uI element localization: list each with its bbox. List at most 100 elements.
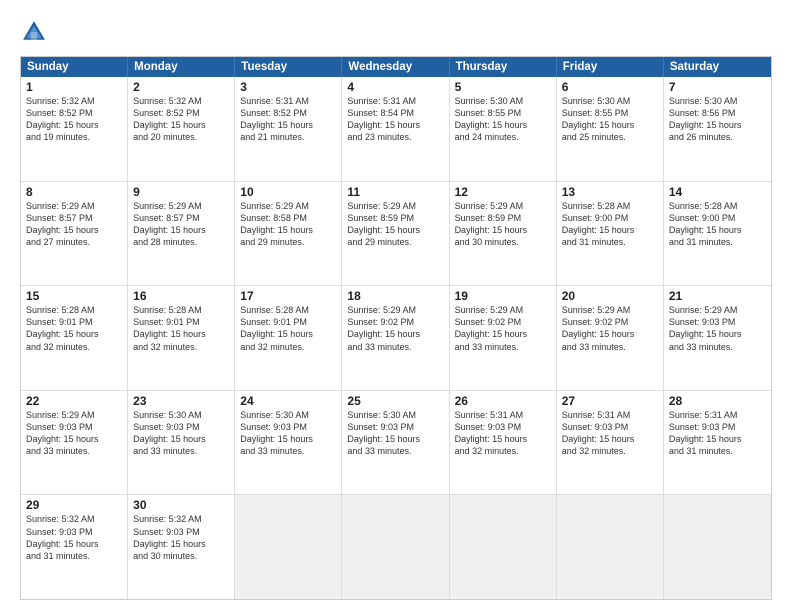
day-number: 2 [133, 80, 229, 94]
day-cell: 5Sunrise: 5:30 AMSunset: 8:55 PMDaylight… [450, 77, 557, 181]
day-details: Sunrise: 5:29 AMSunset: 8:58 PMDaylight:… [240, 200, 336, 249]
day-details: Sunrise: 5:29 AMSunset: 9:03 PMDaylight:… [669, 304, 766, 353]
day-details: Sunrise: 5:30 AMSunset: 8:55 PMDaylight:… [562, 95, 658, 144]
day-details: Sunrise: 5:28 AMSunset: 9:01 PMDaylight:… [133, 304, 229, 353]
day-number: 20 [562, 289, 658, 303]
day-cell: 19Sunrise: 5:29 AMSunset: 9:02 PMDayligh… [450, 286, 557, 390]
day-cell: 23Sunrise: 5:30 AMSunset: 9:03 PMDayligh… [128, 391, 235, 495]
day-cell: 30Sunrise: 5:32 AMSunset: 9:03 PMDayligh… [128, 495, 235, 599]
day-number: 4 [347, 80, 443, 94]
day-details: Sunrise: 5:30 AMSunset: 8:55 PMDaylight:… [455, 95, 551, 144]
day-number: 7 [669, 80, 766, 94]
day-cell: 3Sunrise: 5:31 AMSunset: 8:52 PMDaylight… [235, 77, 342, 181]
day-number: 1 [26, 80, 122, 94]
day-number: 6 [562, 80, 658, 94]
day-number: 18 [347, 289, 443, 303]
logo [20, 18, 52, 46]
weekday-header: Friday [557, 57, 664, 77]
day-cell: 2Sunrise: 5:32 AMSunset: 8:52 PMDaylight… [128, 77, 235, 181]
day-details: Sunrise: 5:31 AMSunset: 8:54 PMDaylight:… [347, 95, 443, 144]
day-cell: 22Sunrise: 5:29 AMSunset: 9:03 PMDayligh… [21, 391, 128, 495]
day-number: 17 [240, 289, 336, 303]
day-cell: 20Sunrise: 5:29 AMSunset: 9:02 PMDayligh… [557, 286, 664, 390]
day-cell: 17Sunrise: 5:28 AMSunset: 9:01 PMDayligh… [235, 286, 342, 390]
header [20, 18, 772, 46]
day-number: 8 [26, 185, 122, 199]
day-cell: 16Sunrise: 5:28 AMSunset: 9:01 PMDayligh… [128, 286, 235, 390]
empty-cell [450, 495, 557, 599]
day-number: 26 [455, 394, 551, 408]
day-details: Sunrise: 5:31 AMSunset: 8:52 PMDaylight:… [240, 95, 336, 144]
day-number: 12 [455, 185, 551, 199]
day-cell: 28Sunrise: 5:31 AMSunset: 9:03 PMDayligh… [664, 391, 771, 495]
day-cell: 25Sunrise: 5:30 AMSunset: 9:03 PMDayligh… [342, 391, 449, 495]
day-details: Sunrise: 5:29 AMSunset: 8:57 PMDaylight:… [26, 200, 122, 249]
day-cell: 14Sunrise: 5:28 AMSunset: 9:00 PMDayligh… [664, 182, 771, 286]
day-details: Sunrise: 5:28 AMSunset: 9:01 PMDaylight:… [26, 304, 122, 353]
day-number: 14 [669, 185, 766, 199]
day-number: 25 [347, 394, 443, 408]
day-details: Sunrise: 5:29 AMSunset: 9:02 PMDaylight:… [455, 304, 551, 353]
day-number: 5 [455, 80, 551, 94]
day-cell: 8Sunrise: 5:29 AMSunset: 8:57 PMDaylight… [21, 182, 128, 286]
calendar-row: 22Sunrise: 5:29 AMSunset: 9:03 PMDayligh… [21, 390, 771, 495]
calendar-body: 1 Sunrise: 5:32 AMSunset: 8:52 PMDaylight… [21, 77, 771, 599]
day-cell: 24Sunrise: 5:30 AMSunset: 9:03 PMDayligh… [235, 391, 342, 495]
day-cell: 15Sunrise: 5:28 AMSunset: 9:01 PMDayligh… [21, 286, 128, 390]
day-details: Sunrise: 5:31 AMSunset: 9:03 PMDaylight:… [669, 409, 766, 458]
day-details: Sunrise: 5:29 AMSunset: 8:57 PMDaylight:… [133, 200, 229, 249]
calendar-row: 15Sunrise: 5:28 AMSunset: 9:01 PMDayligh… [21, 285, 771, 390]
empty-cell [342, 495, 449, 599]
day-cell: 1Sunrise: 5:32 AMSunset: 8:52 PMDaylight… [21, 77, 128, 181]
day-cell: 9Sunrise: 5:29 AMSunset: 8:57 PMDaylight… [128, 182, 235, 286]
day-number: 16 [133, 289, 229, 303]
day-details: Sunrise: 5:31 AMSunset: 9:03 PMDaylight:… [562, 409, 658, 458]
day-number: 19 [455, 289, 551, 303]
day-cell: 18Sunrise: 5:29 AMSunset: 9:02 PMDayligh… [342, 286, 449, 390]
day-details: Sunrise: 5:28 AMSunset: 9:01 PMDaylight:… [240, 304, 336, 353]
day-cell: 12Sunrise: 5:29 AMSunset: 8:59 PMDayligh… [450, 182, 557, 286]
day-number: 10 [240, 185, 336, 199]
day-details: Sunrise: 5:32 AMSunset: 9:03 PMDaylight:… [26, 513, 122, 562]
empty-cell [664, 495, 771, 599]
day-number: 23 [133, 394, 229, 408]
day-number: 15 [26, 289, 122, 303]
day-number: 3 [240, 80, 336, 94]
day-details: Sunrise: 5:32 AMSunset: 8:52 PMDaylight:… [133, 95, 229, 144]
day-cell: 27Sunrise: 5:31 AMSunset: 9:03 PMDayligh… [557, 391, 664, 495]
calendar-header: SundayMondayTuesdayWednesdayThursdayFrid… [21, 57, 771, 77]
day-number: 30 [133, 498, 229, 512]
day-details: Sunrise: 5:32 AMSunset: 9:03 PMDaylight:… [133, 513, 229, 562]
day-details: Sunrise: 5:29 AMSunset: 9:03 PMDaylight:… [26, 409, 122, 458]
weekday-header: Sunday [21, 57, 128, 77]
weekday-header: Saturday [664, 57, 771, 77]
day-cell: 13Sunrise: 5:28 AMSunset: 9:00 PMDayligh… [557, 182, 664, 286]
day-cell: 21Sunrise: 5:29 AMSunset: 9:03 PMDayligh… [664, 286, 771, 390]
day-number: 27 [562, 394, 658, 408]
day-details: Sunrise: 5:29 AMSunset: 9:02 PMDaylight:… [347, 304, 443, 353]
day-cell: 4Sunrise: 5:31 AMSunset: 8:54 PMDaylight… [342, 77, 449, 181]
day-details: Sunrise: 5:31 AMSunset: 9:03 PMDaylight:… [455, 409, 551, 458]
day-details: Sunrise: 5:29 AMSunset: 8:59 PMDaylight:… [347, 200, 443, 249]
day-cell: 29Sunrise: 5:32 AMSunset: 9:03 PMDayligh… [21, 495, 128, 599]
weekday-header: Monday [128, 57, 235, 77]
day-number: 22 [26, 394, 122, 408]
weekday-header: Tuesday [235, 57, 342, 77]
day-details: Sunrise: 5:28 AMSunset: 9:00 PMDaylight:… [669, 200, 766, 249]
empty-cell [235, 495, 342, 599]
day-details: Sunrise: 5:28 AMSunset: 9:00 PMDaylight:… [562, 200, 658, 249]
logo-icon [20, 18, 48, 46]
day-cell: 7Sunrise: 5:30 AMSunset: 8:56 PMDaylight… [664, 77, 771, 181]
day-number: 24 [240, 394, 336, 408]
empty-cell [557, 495, 664, 599]
calendar-row: 1 Sunrise: 5:32 AMSunset: 8:52 PMDaylight… [21, 77, 771, 181]
weekday-header: Thursday [450, 57, 557, 77]
day-cell: 11Sunrise: 5:29 AMSunset: 8:59 PMDayligh… [342, 182, 449, 286]
day-number: 28 [669, 394, 766, 408]
calendar-row: 8Sunrise: 5:29 AMSunset: 8:57 PMDaylight… [21, 181, 771, 286]
day-cell: 10Sunrise: 5:29 AMSunset: 8:58 PMDayligh… [235, 182, 342, 286]
day-number: 29 [26, 498, 122, 512]
day-number: 9 [133, 185, 229, 199]
day-details: Sunrise: 5:30 AMSunset: 8:56 PMDaylight:… [669, 95, 766, 144]
day-details: Sunrise: 5:30 AMSunset: 9:03 PMDaylight:… [133, 409, 229, 458]
